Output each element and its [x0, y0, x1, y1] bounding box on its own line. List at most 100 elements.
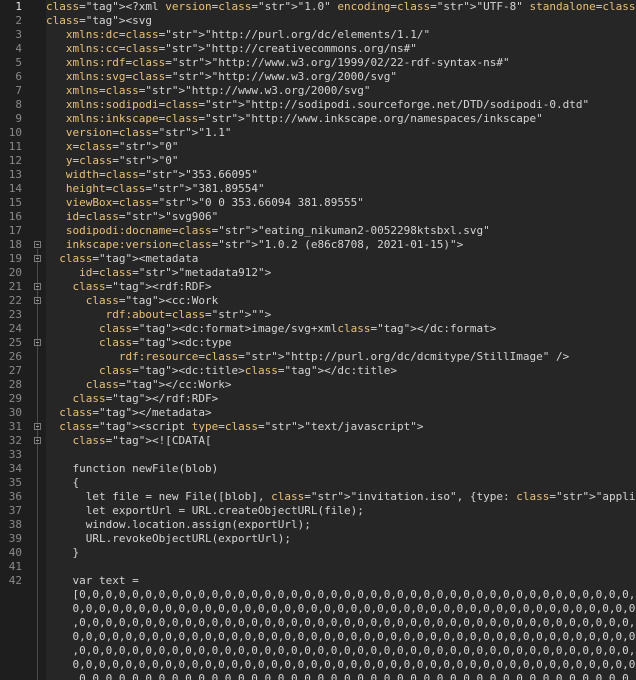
code-line: 41 [0, 560, 636, 574]
code-line: 39 URL.revokeObjectURL(exportUrl); [0, 532, 636, 546]
fold-toggle-icon[interactable] [34, 241, 41, 248]
code-line: 4 xmlns:cc=class="str">"http://creativec… [0, 42, 636, 56]
fold-toggle-icon[interactable] [34, 297, 41, 304]
code-text: var text = [46, 574, 139, 587]
line-number: 35 [8, 476, 22, 489]
line-number: 37 [8, 504, 22, 517]
code-text: class="tag"><cc:Work [85, 294, 219, 307]
code-text: class="tag"><rdf:RDF> [72, 280, 212, 293]
fold-toggle-icon[interactable] [34, 283, 41, 290]
code-line: 0,0,0,0,0,0,0,0,0,0,0,0,0,0,0,0,0,0,0,0,… [0, 602, 636, 616]
code-text: class="tag"></metadata> [59, 406, 212, 419]
code-text: let exportUrl = URL.createObjectURL(file… [46, 504, 364, 517]
code-text: xmlns=class="str">"http://www.w3.org/200… [65, 84, 371, 97]
code-line: [0,0,0,0,0,0,0,0,0,0,0,0,0,0,0,0,0,0,0,0… [0, 588, 636, 602]
line-number: 36 [8, 490, 22, 503]
code-text: 0,0,0,0,0,0,0,0,0,0,0,0,0,0,0,0,0,0,0,0,… [72, 630, 636, 643]
code-text: class="tag"><?xml version=class="str">"1… [46, 0, 636, 13]
code-line: 19 class="tag"><metadata [0, 252, 636, 266]
fold-toggle-icon[interactable] [34, 437, 41, 444]
line-number: 16 [8, 210, 22, 223]
line-number: 3 [15, 28, 22, 41]
code-text: id=class="str">"svg906" [65, 210, 219, 223]
line-number: 2 [15, 14, 22, 27]
code-text: { [46, 476, 80, 489]
code-line: 32 class="tag"><![CDATA[ [0, 434, 636, 448]
code-text: viewBox=class="str">"0 0 353.66094 381.8… [65, 196, 364, 209]
code-line: 30 class="tag"></metadata> [0, 406, 636, 420]
code-text: ,0,0,0,0,0,0,0,0,0,0,0,0,0,0,0,0,0,0,0,0… [72, 644, 636, 657]
code-line: 15 viewBox=class="str">"0 0 353.66094 38… [0, 196, 636, 210]
code-line: 22 class="tag"><cc:Work [0, 294, 636, 308]
code-text: [0,0,0,0,0,0,0,0,0,0,0,0,0,0,0,0,0,0,0,0… [72, 588, 636, 601]
code-line: 28 class="tag"></cc:Work> [0, 378, 636, 392]
line-number: 1 [15, 0, 22, 13]
code-text: class="tag"></rdf:RDF> [72, 392, 219, 405]
line-number: 10 [8, 126, 22, 139]
code-line: 23 rdf:about=class="str">""> [0, 308, 636, 322]
code-line: 25 class="tag"><dc:type [0, 336, 636, 350]
code-text: class="tag"><metadata [59, 252, 199, 265]
line-number: 33 [8, 448, 22, 461]
code-text: x=class="str">"0" [65, 140, 179, 153]
code-line: 3 xmlns:dc=class="str">"http://purl.org/… [0, 28, 636, 42]
code-line: 17 sodipodi:docname=class="str">"eating_… [0, 224, 636, 238]
fold-toggle-icon[interactable] [34, 255, 41, 262]
code-text: ,0,0,0,0,0,0,0,0,0,0,0,0,0,0,0,0,0,0,0,0… [72, 616, 636, 629]
code-line: 36 let file = new File([blob], class="st… [0, 490, 636, 504]
line-number: 14 [8, 182, 22, 195]
code-line: 6 xmlns:svg=class="str">"http://www.w3.o… [0, 70, 636, 84]
line-number: 22 [8, 294, 22, 307]
code-line: 7 xmlns=class="str">"http://www.w3.org/2… [0, 84, 636, 98]
code-text: class="tag"><dc:type [98, 336, 232, 349]
code-line: 14 height=class="str">"381.89554" [0, 182, 636, 196]
code-text: width=class="str">"353.66095" [65, 168, 258, 181]
line-number: 20 [8, 266, 22, 279]
code-line: 2 class="tag"><svg [0, 14, 636, 28]
code-text: class="tag"></cc:Work> [85, 378, 232, 391]
line-number: 12 [8, 154, 22, 167]
code-line: 33 [0, 448, 636, 462]
code-text: id=class="str">"metadata912"> [79, 266, 272, 279]
code-text: sodipodi:docname=class="str">"eating_nik… [65, 224, 490, 237]
code-text: height=class="str">"381.89554" [65, 182, 265, 195]
code-text: inkscape:version=class="str">"1.0.2 (e86… [65, 238, 464, 251]
code-text: rdf:resource=class="str">"http://purl.or… [118, 350, 570, 363]
line-number: 34 [8, 462, 22, 475]
line-number: 9 [15, 112, 22, 125]
code-line: 5 xmlns:rdf=class="str">"http://www.w3.o… [0, 56, 636, 70]
code-text: class="tag"><svg [46, 14, 152, 27]
code-text: xmlns:cc=class="str">"http://creativecom… [65, 42, 417, 55]
line-number: 5 [15, 56, 22, 69]
fold-toggle-icon[interactable] [34, 339, 41, 346]
code-line: 34 function newFile(blob) [0, 462, 636, 476]
line-number: 41 [8, 560, 22, 573]
line-number: 11 [8, 140, 22, 153]
line-number: 31 [8, 420, 22, 433]
line-number: 40 [8, 546, 22, 559]
code-text: window.location.assign(exportUrl); [46, 518, 311, 531]
code-text: 0,0,0,0,0,0,0,0,0,0,0,0,0,0,0,0,0,0,0,0,… [72, 658, 636, 671]
code-line: 13 width=class="str">"353.66095" [0, 168, 636, 182]
line-number: 8 [15, 98, 22, 111]
code-text: xmlns:dc=class="str">"http://purl.org/dc… [65, 28, 431, 41]
code-text: y=class="str">"0" [65, 154, 179, 167]
line-number: 28 [8, 378, 22, 391]
code-line: 38 window.location.assign(exportUrl); [0, 518, 636, 532]
code-line: 10 version=class="str">"1.1" [0, 126, 636, 140]
line-number: 38 [8, 518, 22, 531]
code-line: 0,0,0,0,0,0,0,0,0,0,0,0,0,0,0,0,0,0,0,0,… [0, 630, 636, 644]
line-number: 26 [8, 350, 22, 363]
line-number: 6 [15, 70, 22, 83]
fold-toggle-icon[interactable] [34, 423, 41, 430]
code-text: function newFile(blob) [46, 462, 219, 475]
line-number: 13 [8, 168, 22, 181]
line-number: 29 [8, 392, 22, 405]
line-number: 21 [8, 280, 22, 293]
code-line: 35 { [0, 476, 636, 490]
line-number: 23 [8, 308, 22, 321]
code-text: class="tag"><![CDATA[ [72, 434, 212, 447]
code-editor[interactable]: 1 class="tag"><?xml version=class="str">"… [0, 0, 636, 680]
code-text: 0,0,0,0,0,0,0,0,0,0,0,0,0,0,0,0,0,0,0,0,… [72, 602, 636, 615]
line-number: 32 [8, 434, 22, 447]
